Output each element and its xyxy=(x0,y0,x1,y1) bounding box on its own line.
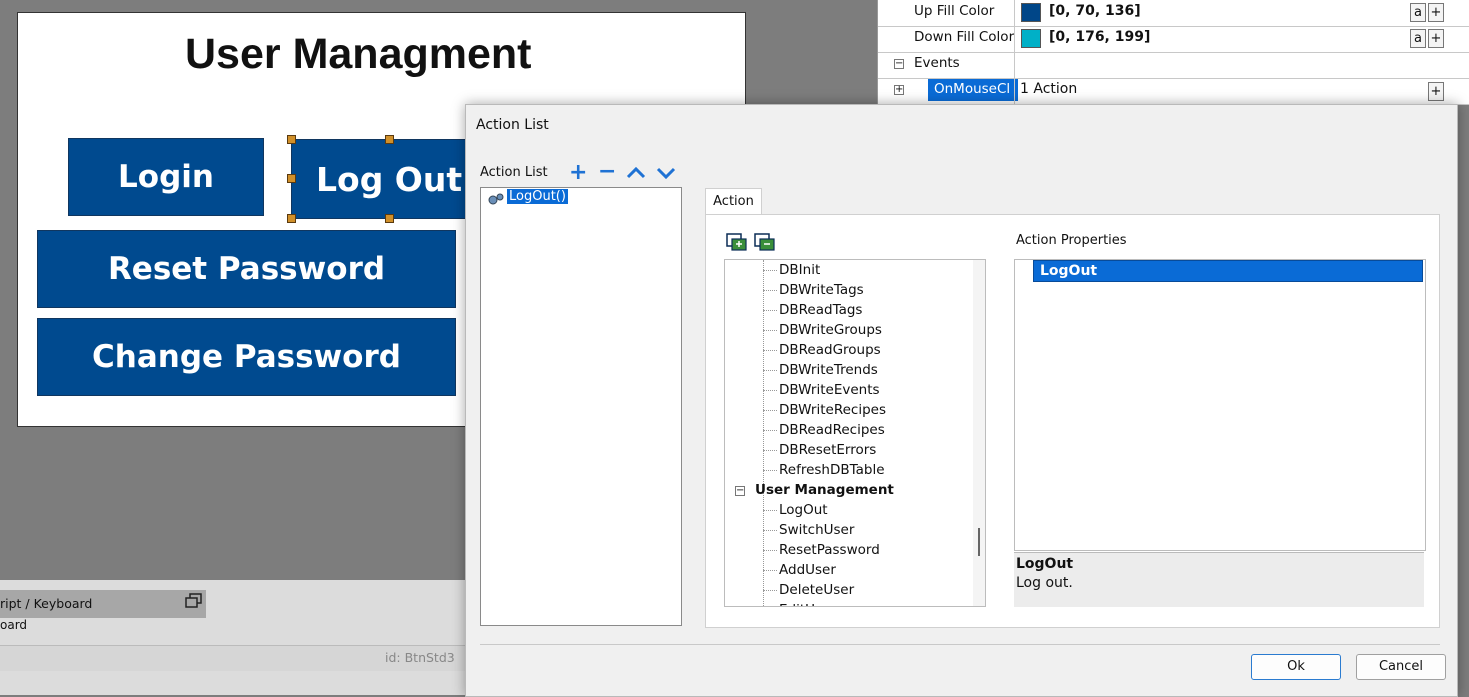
tree-item[interactable]: DBWriteGroups xyxy=(779,322,882,338)
property-value[interactable]: [0, 176, 199] xyxy=(1049,29,1150,45)
add-icon[interactable]: + xyxy=(569,162,587,184)
reset-password-button[interactable]: Reset Password xyxy=(37,230,456,308)
login-button[interactable]: Login xyxy=(68,138,264,216)
list-item[interactable]: LogOut() xyxy=(507,189,568,204)
move-up-icon[interactable] xyxy=(626,167,646,179)
tree-group[interactable]: User Management xyxy=(755,482,894,498)
tree-item[interactable]: DBWriteRecipes xyxy=(779,402,886,418)
change-password-button[interactable]: Change Password xyxy=(37,318,456,396)
resize-handle-bottom[interactable] xyxy=(385,214,394,223)
panel-tab-label: ript / Keyboard xyxy=(0,596,93,611)
description-title: LogOut xyxy=(1016,556,1074,572)
divider xyxy=(480,644,1440,645)
tree-item[interactable]: DBReadTags xyxy=(779,302,862,318)
expand-icon[interactable]: + xyxy=(894,85,904,95)
tree-item[interactable]: EditUser xyxy=(779,602,836,606)
tree-item[interactable]: DBReadGroups xyxy=(779,342,881,358)
resize-handle-top-left[interactable] xyxy=(287,135,296,144)
action-list-label: Action List xyxy=(480,165,548,180)
tree-item[interactable]: DBWriteEvents xyxy=(779,382,880,398)
tree-item[interactable]: AddUser xyxy=(779,562,836,578)
property-value[interactable]: 1 Action xyxy=(1020,81,1077,97)
tree-item[interactable]: SwitchUser xyxy=(779,522,854,538)
resize-handle-left[interactable] xyxy=(287,174,296,183)
color-swatch[interactable] xyxy=(1021,29,1041,48)
collapse-all-icon[interactable] xyxy=(754,233,776,251)
action-list[interactable]: LogOut() xyxy=(480,187,682,626)
property-item-selected[interactable]: LogOut xyxy=(1033,260,1423,282)
resize-handle-top[interactable] xyxy=(385,135,394,144)
property-label: OnMouseCl xyxy=(928,79,1018,101)
remove-icon[interactable]: − xyxy=(598,161,616,183)
property-label: Down Fill Color xyxy=(914,29,1014,45)
tree-item[interactable]: DBReadRecipes xyxy=(779,422,885,438)
action-properties-box[interactable]: LogOut xyxy=(1014,259,1426,551)
color-swatch[interactable] xyxy=(1021,3,1041,22)
dialog-title: Action List xyxy=(476,117,549,133)
action-list-dialog: Action List Action List + − LogOut() Act… xyxy=(465,104,1458,697)
expand-button[interactable]: + xyxy=(1428,29,1444,48)
tree-item[interactable]: DBWriteTrends xyxy=(779,362,878,378)
text-mode-button[interactable]: a xyxy=(1410,3,1426,22)
status-id: id: BtnStd3 xyxy=(385,650,455,665)
cancel-button[interactable]: Cancel xyxy=(1356,654,1446,680)
description-text: Log out. xyxy=(1016,575,1073,591)
scrollbar-thumb[interactable] xyxy=(978,528,980,556)
property-label: Events xyxy=(914,55,960,71)
property-row-down-fill-color[interactable]: Down Fill Color [0, 176, 199] a + xyxy=(878,26,1469,53)
page-title: User Managment xyxy=(185,30,532,78)
action-tree[interactable]: DBInit DBWriteTags DBReadTags DBWriteGroups… xyxy=(724,259,986,607)
tree-item[interactable]: DBWriteTags xyxy=(779,282,864,298)
collapse-icon[interactable]: − xyxy=(735,486,745,496)
collapse-icon[interactable]: − xyxy=(894,59,904,69)
tree-scrollbar[interactable] xyxy=(973,260,985,606)
action-pane: DBInit DBWriteTags DBReadTags DBWriteGroups… xyxy=(705,214,1440,628)
tree-item[interactable]: DBResetErrors xyxy=(779,442,876,458)
restore-window-icon[interactable] xyxy=(185,593,203,609)
tree-item[interactable]: DBInit xyxy=(779,262,820,278)
logout-button[interactable]: Log Out xyxy=(291,139,467,219)
property-grid: Up Fill Color [0, 70, 136] a + Down Fill… xyxy=(877,0,1469,105)
expand-button[interactable]: + xyxy=(1428,82,1444,101)
property-row-up-fill-color[interactable]: Up Fill Color [0, 70, 136] a + xyxy=(878,0,1469,27)
action-properties-label: Action Properties xyxy=(1016,233,1127,248)
ok-button[interactable]: Ok xyxy=(1251,654,1341,680)
description-panel: LogOut Log out. xyxy=(1014,552,1424,607)
property-row-onmouseclick[interactable]: + OnMouseCl 1 Action + xyxy=(878,78,1469,105)
tree-item[interactable]: RefreshDBTable xyxy=(779,462,885,478)
gear-icon xyxy=(488,193,504,205)
property-value[interactable]: [0, 70, 136] xyxy=(1049,3,1141,19)
expand-button[interactable]: + xyxy=(1428,3,1444,22)
tree-item[interactable]: LogOut xyxy=(779,502,828,518)
property-row-events[interactable]: − Events xyxy=(878,52,1469,79)
resize-handle-bottom-left[interactable] xyxy=(287,214,296,223)
text-mode-button[interactable]: a xyxy=(1410,29,1426,48)
tree-item[interactable]: DeleteUser xyxy=(779,582,854,598)
tree-item[interactable]: ResetPassword xyxy=(779,542,880,558)
property-label: Up Fill Color xyxy=(914,3,995,19)
panel-subtab[interactable]: oard xyxy=(0,618,27,632)
expand-all-icon[interactable] xyxy=(726,233,748,251)
tab-action[interactable]: Action xyxy=(705,188,762,215)
move-down-icon[interactable] xyxy=(656,167,676,179)
